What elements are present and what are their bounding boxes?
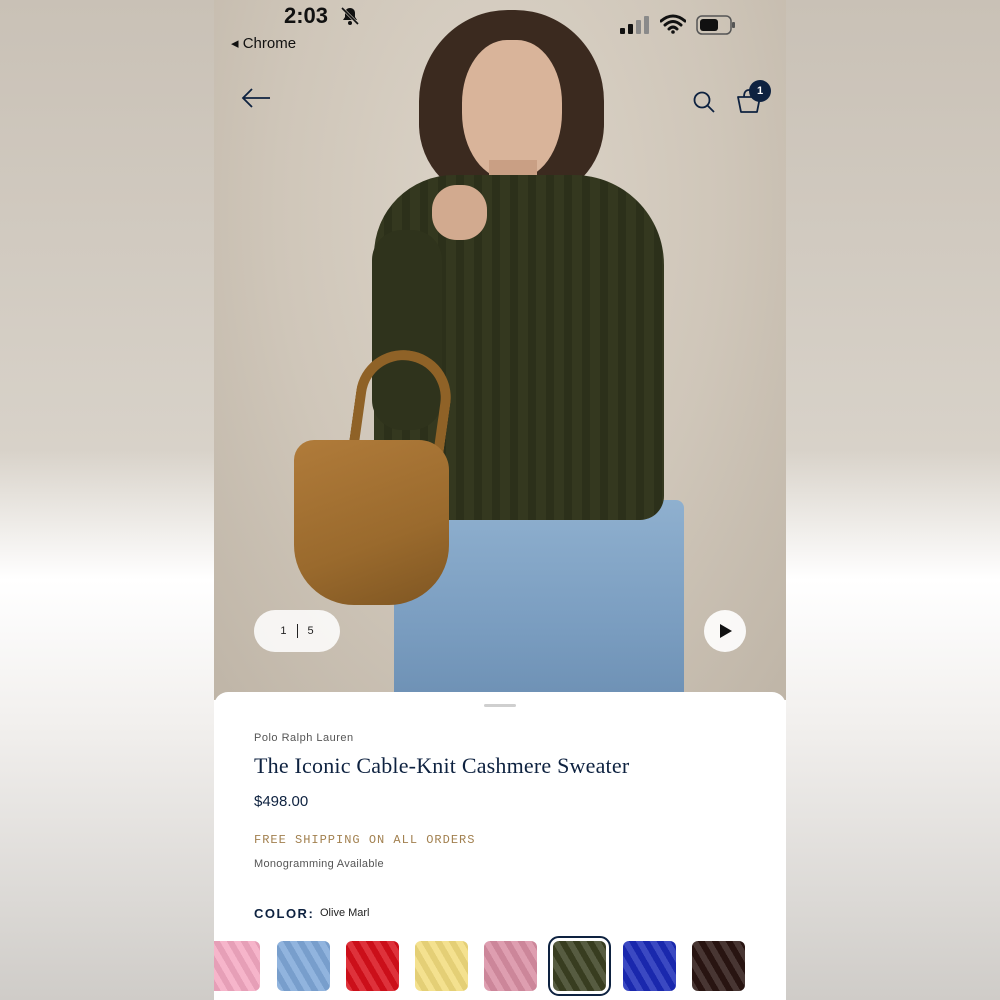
product-price: $498.00 (254, 793, 309, 810)
battery-icon (696, 15, 735, 35)
signal-icon (620, 16, 649, 34)
brand-name: Polo Ralph Lauren (254, 732, 354, 744)
back-arrow-icon[interactable] (240, 86, 272, 110)
color-swatch[interactable] (623, 941, 676, 991)
status-time: 2:03 (284, 3, 329, 28)
color-label: COLOR: (254, 906, 315, 921)
photo-hand (432, 185, 487, 240)
pager-divider (296, 624, 298, 638)
product-title: The Iconic Cable-Knit Cashmere Sweater (254, 753, 630, 778)
product-image[interactable]: 2:03 ◂ Chrome 1 1 5 (214, 0, 786, 700)
product-details-sheet: Polo Ralph Lauren The Iconic Cable-Knit … (214, 692, 786, 1000)
wifi-icon (660, 14, 686, 34)
cart-count-badge: 1 (749, 80, 771, 102)
photo-bag (294, 440, 449, 605)
color-swatch[interactable] (214, 941, 260, 991)
sheet-drag-handle[interactable] (484, 704, 516, 707)
phone-screen: 2:03 ◂ Chrome 1 1 5 Polo Ralph Lauren Th… (214, 0, 786, 1000)
color-swatch[interactable] (692, 941, 745, 991)
monogram-note: Monogramming Available (254, 858, 384, 870)
back-to-app-link[interactable]: ◂ Chrome (231, 34, 296, 52)
pager-total: 5 (307, 625, 314, 637)
image-pager[interactable]: 1 5 (254, 610, 340, 652)
color-swatch[interactable] (277, 941, 330, 991)
pager-current: 1 (280, 625, 287, 637)
bell-slash-icon (340, 6, 360, 26)
color-swatch[interactable] (548, 936, 611, 996)
shipping-promo: FREE SHIPPING ON ALL ORDERS (254, 833, 476, 847)
color-swatch[interactable] (484, 941, 537, 991)
color-swatch[interactable] (346, 941, 399, 991)
color-swatch[interactable] (415, 941, 468, 991)
search-icon[interactable] (692, 90, 716, 114)
selected-color-name: Olive Marl (320, 907, 370, 919)
play-icon (720, 624, 732, 638)
photo-face (462, 40, 562, 180)
play-video-button[interactable] (704, 610, 746, 652)
